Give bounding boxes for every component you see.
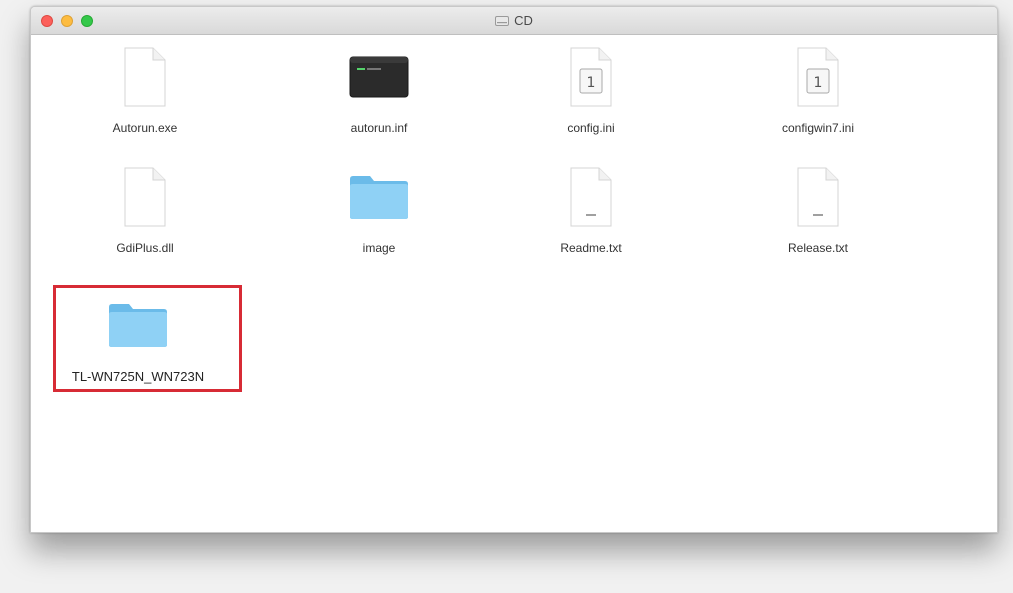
- file-item-autorun-inf[interactable]: autorun.inf: [274, 35, 484, 145]
- file-name-label: Readme.txt: [560, 241, 622, 255]
- svg-text:1: 1: [814, 75, 823, 91]
- file-grid: Autorun.exe autorun.inf 1 config.ini 1 c…: [31, 35, 997, 532]
- title-bar[interactable]: CD: [31, 7, 997, 35]
- finder-window: CD Autorun.exe autorun.inf 1 config.ini …: [30, 6, 998, 533]
- blank-document-icon: [124, 167, 166, 227]
- ini-document-icon: 1: [570, 47, 612, 107]
- file-item-release-txt[interactable]: Release.txt: [713, 155, 923, 265]
- folder-icon: [350, 176, 408, 219]
- highlight-annotation-box: [53, 285, 242, 392]
- file-item-configwin7-ini[interactable]: 1 configwin7.ini: [713, 35, 923, 145]
- file-name-label: config.ini: [567, 121, 615, 135]
- file-item-readme-txt[interactable]: Readme.txt: [486, 155, 696, 265]
- text-document-icon: [797, 167, 839, 227]
- disk-icon: [495, 16, 510, 26]
- terminal-executable-icon: [349, 56, 409, 98]
- file-name-label: image: [362, 241, 396, 255]
- file-name-label: GdiPlus.dll: [116, 241, 174, 255]
- file-item-config-ini[interactable]: 1 config.ini: [486, 35, 696, 145]
- svg-text:1: 1: [587, 75, 596, 91]
- window-title: CD: [31, 7, 997, 34]
- file-name-label: autorun.inf: [350, 121, 408, 135]
- file-item-autorun-exe[interactable]: Autorun.exe: [40, 35, 250, 145]
- window-title-text: CD: [514, 13, 533, 28]
- ini-document-icon: 1: [797, 47, 839, 107]
- file-name-label: configwin7.ini: [781, 121, 855, 135]
- file-name-label: Release.txt: [787, 241, 849, 255]
- file-item-gdiplus-dll[interactable]: GdiPlus.dll: [40, 155, 250, 265]
- folder-item-image[interactable]: image: [274, 155, 484, 265]
- file-name-label: Autorun.exe: [112, 121, 178, 135]
- blank-document-icon: [124, 47, 166, 107]
- text-document-icon: [570, 167, 612, 227]
